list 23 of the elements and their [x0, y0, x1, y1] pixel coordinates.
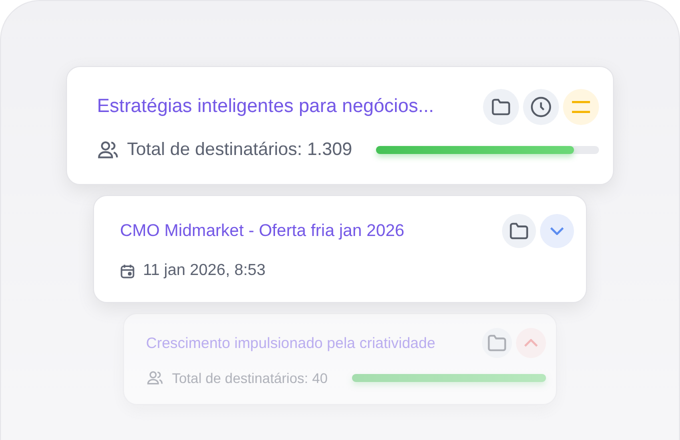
folder-button[interactable]: [483, 89, 519, 125]
clock-button[interactable]: [523, 89, 559, 125]
chevron-down-icon: [550, 227, 564, 235]
campaign-title: Crescimento impulsionado pela criatividade: [146, 334, 436, 352]
chevron-up-icon: [524, 339, 538, 347]
users-icon: [97, 140, 119, 158]
menu-icon: [571, 101, 591, 113]
campaign-title: Estratégias inteligentes para negócios...: [97, 96, 434, 118]
calendar-icon: [120, 264, 135, 278]
date-text: 11 jan 2026, 8:53: [143, 262, 266, 280]
campaign-title: CMO Midmarket - Oferta fria jan 2026: [120, 221, 404, 241]
recipients-count: Total de destinatários: 1.309: [127, 139, 352, 160]
campaign-card[interactable]: Estratégias inteligentes para negócios... Total de destinatários: 1.309: [66, 66, 614, 185]
clock-icon: [530, 96, 552, 118]
folder-icon: [508, 221, 530, 241]
campaign-card[interactable]: CMO Midmarket - Oferta fria jan 2026 11 jan 2026, 8:53: [93, 195, 587, 303]
folder-icon: [490, 97, 512, 117]
users-icon: [146, 371, 164, 385]
expand-button[interactable]: [540, 214, 574, 248]
folder-icon: [486, 333, 508, 353]
recipients-count: Total de destinatários: 40: [172, 370, 328, 386]
folder-button[interactable]: [502, 214, 536, 248]
collapse-button[interactable]: [516, 328, 546, 358]
